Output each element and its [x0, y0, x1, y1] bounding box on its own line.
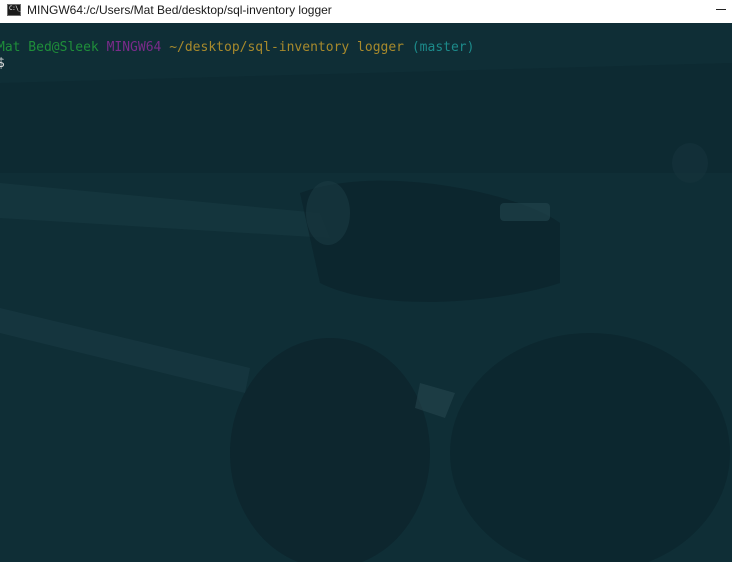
input-line[interactable]: $ [0, 56, 5, 72]
wallpaper-background [0, 23, 732, 562]
prompt-line: Mat Bed@Sleek MINGW64 ~/desktop/sql-inve… [0, 40, 474, 56]
minimize-button[interactable] [706, 0, 732, 23]
prompt-path: ~/desktop/sql-inventory logger [169, 40, 405, 55]
prompt-branch: (master) [411, 40, 475, 55]
minimize-icon [716, 9, 726, 10]
window-title: MINGW64:/c/Users/Mat Bed/desktop/sql-inv… [27, 3, 332, 17]
title-bar[interactable]: C:\_ MINGW64:/c/Users/Mat Bed/desktop/sq… [0, 0, 732, 23]
prompt-system: MINGW64 [106, 40, 162, 55]
terminal-output[interactable]: Mat Bed@Sleek MINGW64 ~/desktop/sql-inve… [0, 23, 732, 562]
terminal-window: C:\_ MINGW64:/c/Users/Mat Bed/desktop/sq… [0, 0, 732, 562]
terminal-icon: C:\_ [7, 4, 22, 16]
prompt-symbol: $ [0, 56, 5, 71]
prompt-user-host: Mat Bed@Sleek [0, 40, 99, 55]
